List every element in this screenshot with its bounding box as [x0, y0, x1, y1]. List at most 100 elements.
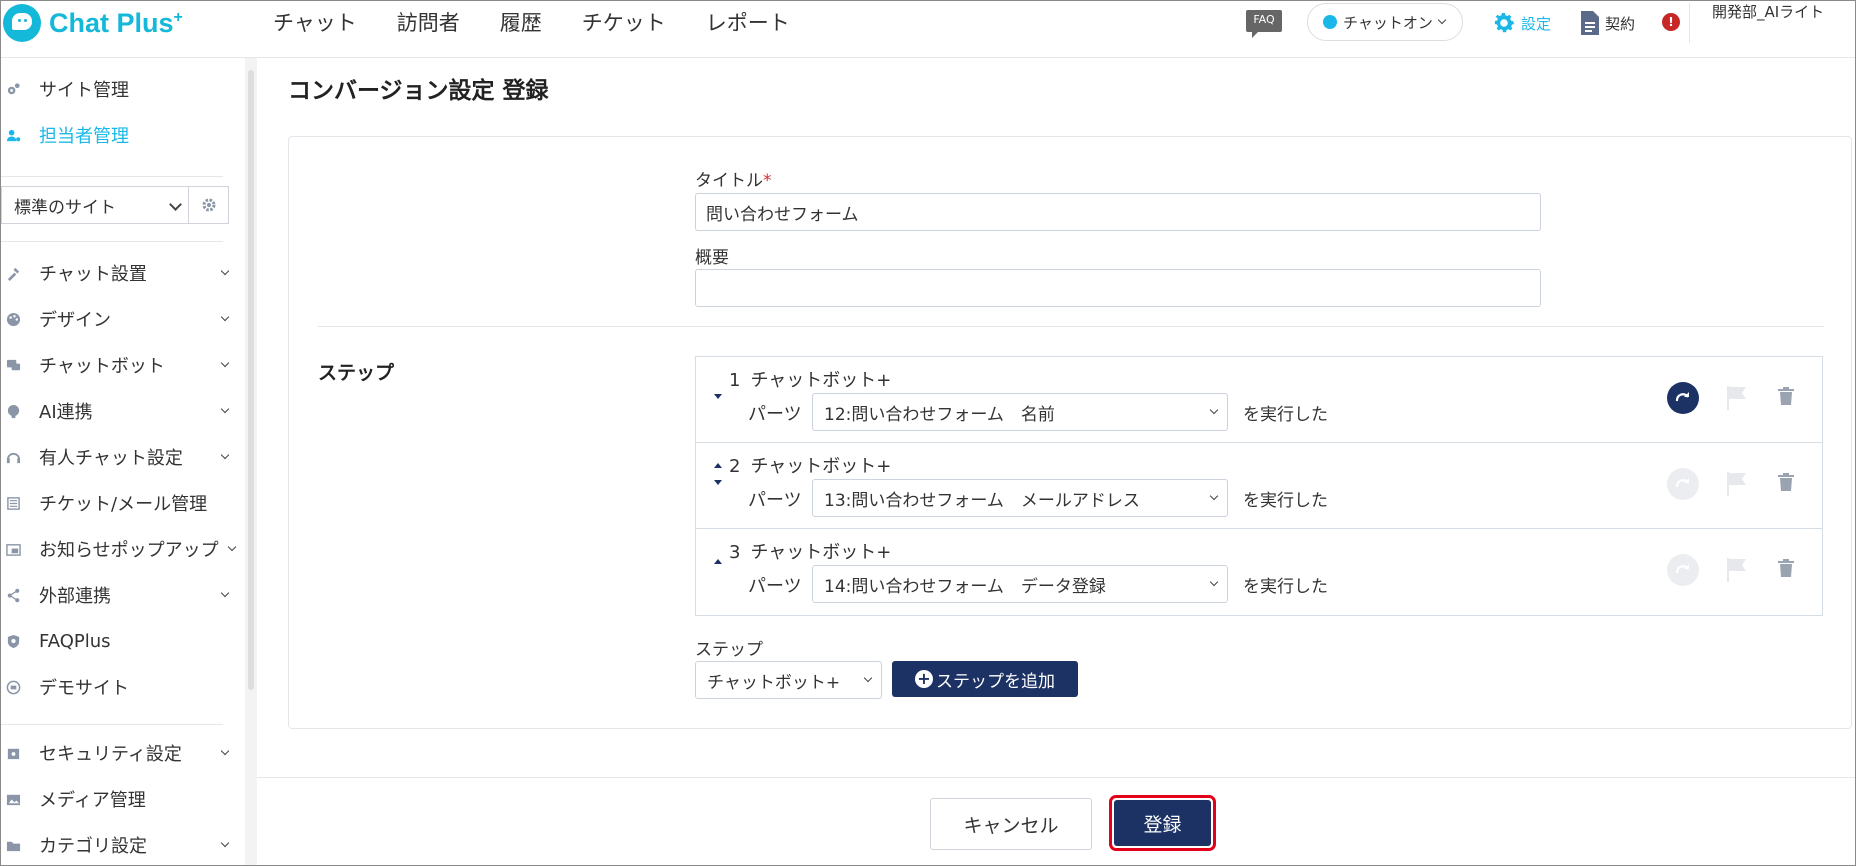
- flag-icon[interactable]: [1726, 385, 1748, 415]
- lock-icon: [4, 744, 22, 762]
- faq-icon[interactable]: FAQ: [1246, 10, 1282, 38]
- parts-label: パーツ: [748, 576, 802, 597]
- sidebar-item-integration[interactable]: 外部連携: [1, 580, 233, 610]
- sidebar-item-security[interactable]: セキュリティ設定: [1, 738, 233, 768]
- headset-icon: [4, 448, 22, 466]
- move-up-icon[interactable]: [714, 463, 722, 468]
- summary-label: 概要: [695, 248, 729, 268]
- nav-chat[interactable]: チャット: [273, 7, 357, 37]
- contract-link[interactable]: 契約: [1579, 10, 1635, 36]
- chevron-down-icon: [1209, 405, 1219, 415]
- alert-icon[interactable]: !: [1662, 13, 1680, 31]
- move-down-icon[interactable]: [714, 480, 722, 485]
- gear-icon: [1494, 13, 1515, 33]
- scrollbar-thumb[interactable]: [248, 70, 254, 690]
- steps-list: 1 チャットボット+ パーツ 12:問い合わせフォーム 名前 を実行した 2 チャッ…: [695, 356, 1823, 616]
- sidebar-item-live-chat[interactable]: 有人チャット設定: [1, 442, 233, 472]
- window-icon: [4, 540, 22, 558]
- executed-text: を実行した: [1243, 491, 1328, 511]
- nav-tickets[interactable]: チケット: [582, 7, 666, 37]
- parts-select[interactable]: 14:問い合わせフォーム データ登録: [812, 565, 1228, 603]
- chat-bubble-logo-icon: [3, 4, 41, 42]
- executed-text: を実行した: [1243, 577, 1328, 597]
- chevron-down-icon: [1209, 491, 1219, 501]
- redo-button[interactable]: [1667, 554, 1699, 586]
- flag-icon[interactable]: [1726, 557, 1748, 587]
- sidebar-item-demo[interactable]: デモサイト: [1, 672, 233, 702]
- sidebar-item-design[interactable]: デザイン: [1, 304, 233, 334]
- sidebar-item-staff-admin[interactable]: 担当者管理: [1, 120, 233, 150]
- sidebar-item-tickets[interactable]: チケット/メール管理: [1, 488, 233, 518]
- sidebar-divider: [1, 724, 223, 725]
- sidebar-item-media[interactable]: メディア管理: [1, 784, 233, 814]
- folder-icon: [4, 836, 22, 854]
- parts-select[interactable]: 12:問い合わせフォーム 名前: [812, 393, 1228, 431]
- sidebar-item-chatbot[interactable]: チャットボット: [1, 350, 233, 380]
- flag-icon[interactable]: [1726, 471, 1748, 501]
- trash-icon[interactable]: [1778, 473, 1794, 495]
- contract-label: 契約: [1605, 14, 1636, 33]
- step-row: 1 チャットボット+ パーツ 12:問い合わせフォーム 名前 を実行した: [696, 357, 1822, 443]
- chevron-down-icon: [220, 358, 230, 368]
- add-step-button[interactable]: + ステップを追加: [892, 661, 1078, 697]
- chevron-down-icon: [220, 588, 230, 598]
- chevron-down-icon: [1209, 577, 1219, 587]
- summary-input[interactable]: [695, 269, 1541, 307]
- sidebar-item-label: サイト管理: [39, 80, 129, 101]
- chevron-down-icon: [227, 542, 237, 552]
- site-settings-button[interactable]: [189, 186, 229, 224]
- page-title: コンバージョン設定 登録: [288, 78, 549, 104]
- sidebar-item-label: カテゴリ設定: [39, 836, 147, 857]
- redo-icon: [1675, 478, 1689, 488]
- add-step-type-select[interactable]: チャットボット+: [695, 661, 882, 699]
- logo[interactable]: Chat Plus+: [1, 1, 183, 45]
- sidebar-item-category[interactable]: カテゴリ設定: [1, 830, 233, 860]
- submit-button[interactable]: 登録: [1114, 800, 1211, 846]
- parts-select[interactable]: 13:問い合わせフォーム メールアドレス: [812, 479, 1228, 517]
- sidebar-item-popup[interactable]: お知らせポップアップ: [1, 534, 237, 564]
- move-up-icon[interactable]: [714, 559, 722, 564]
- site-select-value: 標準のサイト: [14, 197, 116, 218]
- list-icon: [4, 494, 22, 512]
- trash-icon[interactable]: [1778, 387, 1794, 409]
- user-gear-icon: [4, 126, 22, 144]
- parts-label: パーツ: [748, 404, 802, 425]
- monitor-icon: [4, 678, 22, 696]
- nav-reports[interactable]: レポート: [706, 7, 790, 37]
- user-menu[interactable]: 開発部_AIライト: [1712, 1, 1832, 23]
- sidebar-item-faqplus[interactable]: FAQPlus: [1, 626, 233, 656]
- executed-text: を実行した: [1243, 405, 1328, 425]
- settings-link[interactable]: 設定: [1491, 10, 1551, 36]
- site-select[interactable]: 標準のサイト: [1, 186, 189, 224]
- gears-icon: [4, 80, 22, 98]
- nav-visitors[interactable]: 訪問者: [397, 7, 460, 37]
- sidebar-item-label: チャットボット: [39, 356, 165, 377]
- cancel-button[interactable]: キャンセル: [930, 798, 1092, 850]
- chevron-down-icon: [220, 312, 230, 322]
- nav-history[interactable]: 履歴: [500, 7, 542, 37]
- settings-label: 設定: [1521, 14, 1552, 33]
- status-label: チャットオン: [1343, 13, 1433, 32]
- tools-icon: [4, 264, 22, 282]
- chat-status-toggle[interactable]: チャットオン: [1307, 3, 1463, 41]
- sidebar-scrollbar[interactable]: [245, 58, 257, 865]
- sidebar: サイト管理 担当者管理 標準のサイト チャット設置 デザイン チャットボット A…: [1, 58, 245, 865]
- sidebar-item-site-admin[interactable]: サイト管理: [1, 74, 233, 104]
- parts-label: パーツ: [748, 490, 802, 511]
- footer-divider: [257, 777, 1855, 778]
- gear-icon: [202, 198, 215, 212]
- title-input[interactable]: 問い合わせフォーム: [695, 193, 1541, 231]
- chevron-down-icon: [220, 404, 230, 414]
- trash-icon[interactable]: [1778, 559, 1794, 581]
- redo-icon: [1675, 392, 1689, 402]
- top-header: Chat Plus+ チャット 訪問者 履歴 チケット レポート FAQ チャッ…: [1, 1, 1855, 58]
- redo-button[interactable]: [1667, 382, 1699, 414]
- move-down-icon[interactable]: [714, 394, 722, 399]
- sidebar-item-chat-install[interactable]: チャット設置: [1, 258, 233, 288]
- redo-button[interactable]: [1667, 468, 1699, 500]
- image-icon: [4, 790, 22, 808]
- sidebar-item-label: お知らせポップアップ: [39, 540, 219, 561]
- chevron-down-icon: [169, 198, 182, 211]
- sidebar-item-ai[interactable]: AI連携: [1, 396, 233, 426]
- add-step-label: ステップ: [695, 640, 763, 660]
